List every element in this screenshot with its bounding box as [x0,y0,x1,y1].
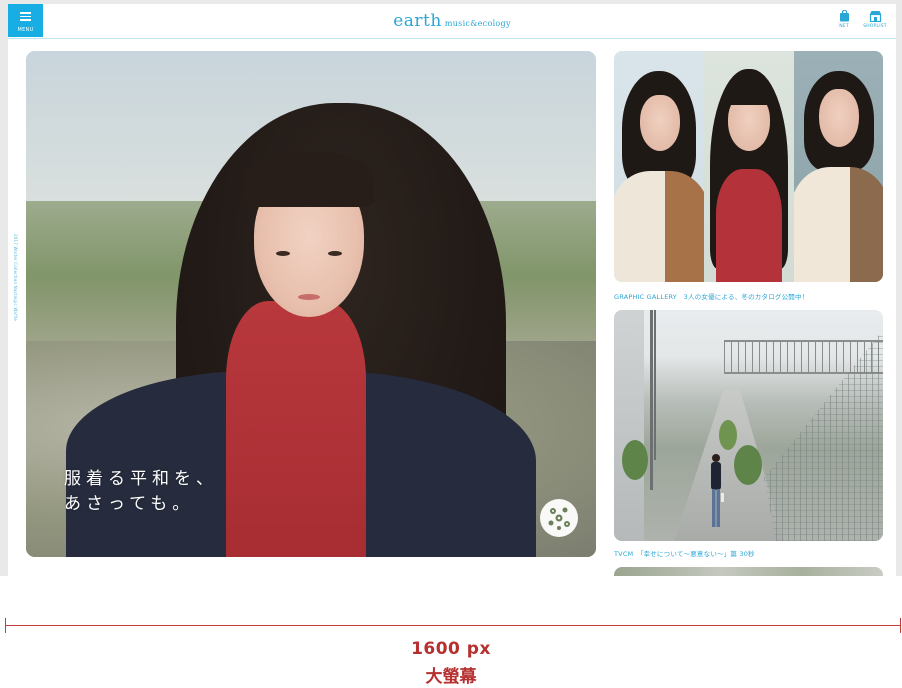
hero-banner[interactable]: 服着る平和を、 あさっても。 [26,51,596,557]
hero-model-eye [276,251,290,256]
logo-main-text: earth [393,11,442,31]
hero-tagline: 服着る平和を、 あさっても。 [64,467,218,517]
hero-tagline-line2: あさっても。 [64,494,195,514]
width-label: 1600 px [411,639,491,659]
floral-emblem-icon [540,499,578,537]
measure-tick-right [900,618,901,633]
graphic-gallery-card[interactable] [614,51,883,282]
walking-person [711,454,724,527]
net-store-link[interactable]: NET [834,10,854,29]
hero-model-eye [328,251,342,256]
hero-model-bangs [244,151,374,207]
measure-line [5,625,901,626]
tvcm-caption[interactable]: TVCM 「幸せについて～悪意ない～」篇 30秒 [614,548,755,558]
actress-panel-3 [794,51,883,282]
actress-panel-2 [704,51,794,282]
browser-viewport: MENU earth music&ecology NET SHOPLIST 20… [0,0,902,576]
shopping-bag-icon [839,10,849,22]
next-card-preview[interactable] [614,567,883,576]
site-header: MENU earth music&ecology NET SHOPLIST [8,4,896,39]
hero-model-sweater [226,301,366,557]
graphic-gallery-caption[interactable]: GRAPHIC GALLERY 3人の女優による、冬のカタログ公開中！ [614,291,808,301]
hero-tagline-line1: 服着る平和を、 [64,469,218,489]
logo-sub-text: music&ecology [444,19,511,28]
vertical-copyright: 2017 Winter Collection Nostalgic Waffle [13,234,18,322]
shoplist-link[interactable]: SHOPLIST [860,10,890,29]
tvcm-card[interactable] [614,310,883,541]
shop-icon [869,11,881,22]
hero-model-lips [298,294,320,300]
tvcm-thumbnail [614,310,883,541]
shoplist-label: SHOPLIST [863,24,887,29]
actress-panel-1 [614,51,704,282]
net-label: NET [839,24,849,29]
screen-size-label: 大螢幕 [425,667,477,687]
website: MENU earth music&ecology NET SHOPLIST 20… [8,4,896,576]
site-logo[interactable]: earth music&ecology [8,10,896,35]
